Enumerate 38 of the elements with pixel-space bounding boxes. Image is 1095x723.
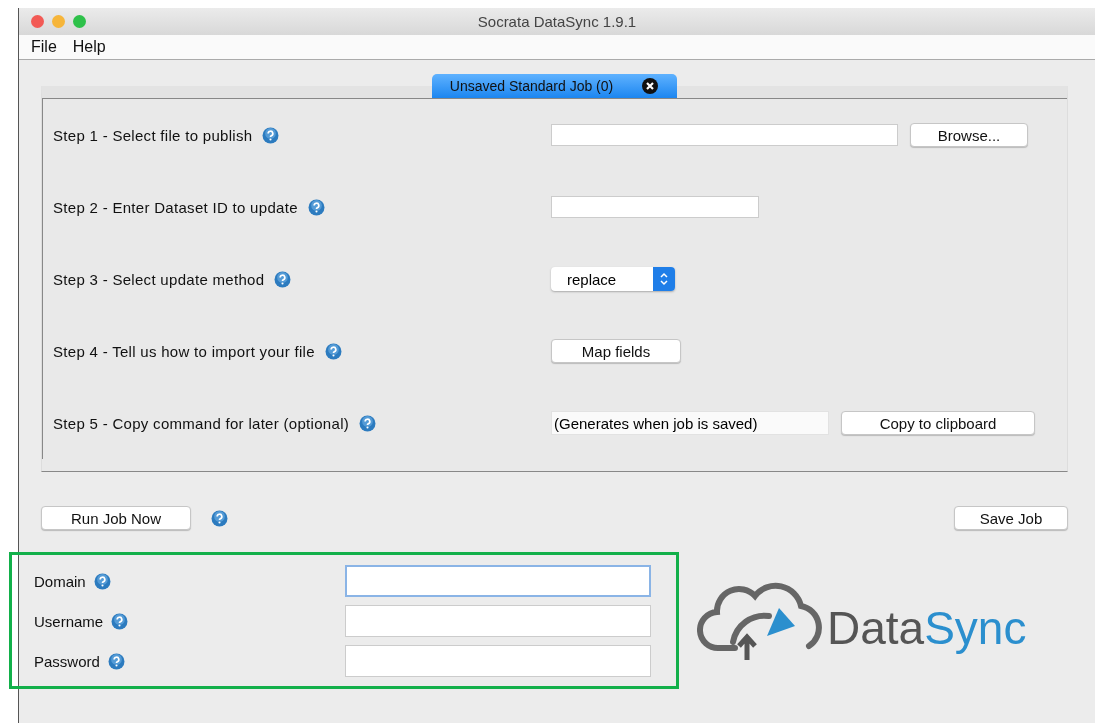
- step-label: Step 4 - Tell us how to import your file: [53, 342, 315, 360]
- stepper-icon: [659, 271, 669, 287]
- copy-button[interactable]: Copy to clipboard: [841, 411, 1035, 435]
- step-label: Step 1 - Select file to publish: [53, 126, 253, 144]
- logo-wordmark: DataSync: [827, 600, 1027, 655]
- close-icon[interactable]: [641, 77, 660, 95]
- menu-item[interactable]: Help: [72, 38, 106, 56]
- help-icon[interactable]: [262, 126, 280, 144]
- dataset-id-field[interactable]: [551, 196, 759, 218]
- credential-field[interactable]: [345, 645, 651, 677]
- close-button[interactable]: [31, 15, 44, 28]
- field-label: Username: [34, 612, 104, 630]
- field-label: Password: [34, 652, 100, 670]
- step-label: Step 5 - Copy command for later (optional): [53, 414, 350, 432]
- run-job-button[interactable]: Run Job Now: [41, 506, 191, 530]
- help-icon[interactable]: [359, 414, 377, 432]
- help-icon[interactable]: [324, 342, 342, 360]
- credential-field[interactable]: [345, 605, 651, 637]
- help-icon[interactable]: [274, 270, 292, 288]
- map-fields-button[interactable]: Map fields: [551, 339, 681, 363]
- help-icon[interactable]: [93, 572, 111, 590]
- help-icon[interactable]: [111, 612, 129, 630]
- help-icon[interactable]: [211, 509, 228, 527]
- step-label: Step 3 - Select update method: [53, 270, 265, 288]
- job-tab[interactable]: Unsaved Standard Job (0): [431, 74, 678, 98]
- step-label: Step 2 - Enter Dataset ID to update: [53, 198, 298, 216]
- credential-field[interactable]: [345, 565, 651, 597]
- browse-button[interactable]: Browse...: [910, 123, 1028, 147]
- file-path-field[interactable]: [551, 124, 898, 146]
- help-icon[interactable]: [307, 198, 325, 216]
- window-title: Socrata DataSync 1.9.1: [477, 13, 637, 30]
- menu-item[interactable]: File: [31, 38, 57, 56]
- update-method-select[interactable]: replace: [551, 267, 675, 291]
- tab-label: Unsaved Standard Job (0): [449, 78, 614, 94]
- help-icon[interactable]: [107, 652, 125, 670]
- command-field[interactable]: (Generates when job is saved): [551, 411, 829, 435]
- save-job-button[interactable]: Save Job: [954, 506, 1068, 530]
- field-label: Domain: [34, 572, 86, 590]
